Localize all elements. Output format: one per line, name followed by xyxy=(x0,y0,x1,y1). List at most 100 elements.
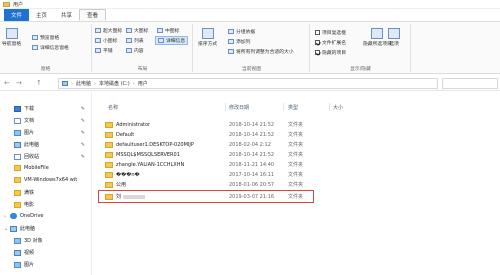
pin-icon[interactable]: ✎ xyxy=(81,154,85,160)
layout-xl-icons[interactable]: 超大图标 xyxy=(95,27,122,34)
back-arrow-icon[interactable]: ← xyxy=(4,79,10,87)
cloud-icon xyxy=(10,213,17,219)
nav-item-videos[interactable]: 视频 xyxy=(14,249,34,256)
cube-icon xyxy=(14,237,21,244)
nav-item-3d-objects[interactable]: 3D 对象 xyxy=(14,237,43,244)
document-icon xyxy=(14,117,21,124)
nav-item-label: VM-Windows7x64 wit xyxy=(24,177,78,183)
list-item[interactable]: Administrator 2018-10-14 21:52 文件夹 xyxy=(105,120,465,129)
column-divider[interactable] xyxy=(329,103,330,111)
column-divider[interactable] xyxy=(225,103,226,111)
group-by-icon xyxy=(228,29,234,34)
layout-tiles[interactable]: 平铺 xyxy=(95,47,113,54)
ribbon-group-layout: 超大图标 大图标 中图标 小图标 列表 详细信息 平铺 内容 布局 xyxy=(93,24,193,72)
nav-item-mantie[interactable]: 满铁 xyxy=(14,189,34,196)
chevron-right-icon[interactable]: › xyxy=(4,214,6,220)
sort-icon xyxy=(201,28,214,39)
breadcrumb-local-disk[interactable]: 本地磁盘 (C:) xyxy=(99,80,130,87)
chevron-down-icon[interactable]: ⌄ xyxy=(4,226,8,232)
fit-columns-icon xyxy=(228,49,234,54)
pin-icon[interactable]: ✎ xyxy=(81,106,85,112)
nav-item-pictures-2[interactable]: 图片 xyxy=(14,261,34,268)
search-input[interactable] xyxy=(442,78,498,89)
layout-content[interactable]: 内容 xyxy=(126,47,144,54)
column-header-name[interactable]: 名称 xyxy=(108,104,118,111)
list-item[interactable]: MSSQL$MSSQLSERVER01 2018-10-14 21:52 文件夹 xyxy=(105,150,465,159)
breadcrumb-users[interactable]: 用户 xyxy=(138,80,148,87)
nav-item-mobilefile[interactable]: MobileFile xyxy=(14,165,49,171)
item-checkbox-toggle[interactable]: 项目复选框 xyxy=(315,29,346,36)
pin-icon[interactable]: ✎ xyxy=(81,130,85,136)
forward-arrow-icon[interactable]: → xyxy=(16,79,22,87)
nav-item-movies[interactable]: 电影 xyxy=(14,201,34,208)
layout-list-label: 列表 xyxy=(134,39,144,44)
column-divider[interactable] xyxy=(283,103,284,111)
file-type: 文件夹 xyxy=(288,162,304,168)
pin-icon[interactable]: ✎ xyxy=(81,142,85,148)
nav-item-recycle-bin[interactable]: 回收站 xyxy=(14,153,39,160)
m-icons-icon xyxy=(157,28,163,33)
tab-share[interactable]: 共享 xyxy=(54,9,79,21)
nav-item-vm-windows[interactable]: VM-Windows7x64 wit xyxy=(14,177,77,183)
folder-icon xyxy=(14,201,21,208)
nav-item-documents[interactable]: 文档 xyxy=(14,117,34,124)
list-item[interactable]: Default 2018-10-14 21:52 文件夹 xyxy=(105,130,465,139)
add-column-button[interactable]: 添加列 xyxy=(228,38,250,45)
layout-m-icons[interactable]: 中图标 xyxy=(157,27,179,34)
file-date: 2018-11-21 14:40 xyxy=(229,161,275,168)
folder-icon xyxy=(105,131,113,138)
nav-item-this-pc[interactable]: 此电脑 xyxy=(10,225,35,232)
layout-s-icons[interactable]: 小图标 xyxy=(95,37,117,44)
list-item[interactable]: 公用 2018-01-06 20:57 文件夹 xyxy=(105,180,465,189)
column-header-date[interactable]: 修改日期 xyxy=(229,104,249,111)
details-pane-button[interactable]: 详细信息窗格 xyxy=(32,44,69,51)
up-arrow-icon[interactable]: ↑ xyxy=(36,79,42,87)
fit-columns-button[interactable]: 将所有列调整为合适的大小 xyxy=(228,48,294,55)
folder-icon xyxy=(14,177,21,183)
file-type: 文件夹 xyxy=(288,152,304,158)
tab-view[interactable]: 查看 xyxy=(79,9,107,21)
address-box[interactable]: › 此电脑 › 本地磁盘 (C:) › 用户 xyxy=(58,78,438,89)
nav-pane-button[interactable]: 导航窗格 xyxy=(2,28,21,47)
layout-list[interactable]: 列表 xyxy=(126,37,144,44)
list-item[interactable]: ���n� 2017-10-14 16:11 文件夹 xyxy=(105,170,465,179)
nav-pane-icon xyxy=(5,28,18,39)
breadcrumb-this-pc[interactable]: 此电脑 xyxy=(76,80,91,87)
nav-item-this-pc-quick[interactable]: 此电脑 xyxy=(14,141,39,148)
preview-pane-button[interactable]: 预览窗格 xyxy=(32,34,59,41)
sort-label: 排序方式 xyxy=(198,42,218,47)
column-header-type[interactable]: 类型 xyxy=(288,104,298,111)
nav-item-downloads[interactable]: 下载 xyxy=(14,105,34,112)
nav-item-pictures[interactable]: 图片 xyxy=(14,129,34,136)
group-by-button[interactable]: 分组依据 xyxy=(228,28,255,35)
options-button[interactable]: 选项 xyxy=(388,28,400,47)
fit-columns-label: 将所有列调整为合适的大小 xyxy=(236,50,294,55)
layout-details[interactable]: 详细信息 xyxy=(155,36,189,45)
file-extensions-toggle[interactable]: 文件扩展名 xyxy=(315,39,346,46)
computer-icon xyxy=(62,81,68,86)
chevron-right-icon: › xyxy=(94,80,97,87)
column-header-size[interactable]: 大小 xyxy=(333,104,343,111)
list-item[interactable]: zhangle.YALIAN-1CCHLXHN 2018-11-21 14:40 文… xyxy=(105,160,465,169)
details-pane-icon xyxy=(32,45,38,50)
tab-home[interactable]: 主页 xyxy=(29,9,54,21)
nav-item-label: 此电脑 xyxy=(24,142,40,148)
details-icon xyxy=(158,38,164,43)
content-icon xyxy=(126,48,132,53)
sort-button[interactable]: 排序方式 xyxy=(198,28,217,47)
preview-pane-icon xyxy=(32,35,38,40)
layout-l-icons[interactable]: 大图标 xyxy=(126,27,148,34)
nav-item-label: 回收站 xyxy=(24,154,40,160)
hidden-items-checkbox[interactable] xyxy=(315,50,320,55)
folder-icon xyxy=(105,181,113,188)
file-name: 公用 xyxy=(116,182,127,188)
item-checkbox-checkbox[interactable] xyxy=(315,30,320,35)
tab-file[interactable]: 文件 xyxy=(4,9,30,21)
nav-item-onedrive[interactable]: OneDrive xyxy=(10,213,44,219)
hidden-items-toggle[interactable]: 隐藏的项目 xyxy=(315,49,346,56)
xl-icons-icon xyxy=(95,28,101,33)
list-item[interactable]: defaultuser1.DESKTOP-020MIJP 2018-02-04 2… xyxy=(105,140,465,149)
pin-icon[interactable]: ✎ xyxy=(81,118,85,124)
l-icons-icon xyxy=(126,28,132,33)
file-extensions-checkbox[interactable] xyxy=(315,40,320,45)
